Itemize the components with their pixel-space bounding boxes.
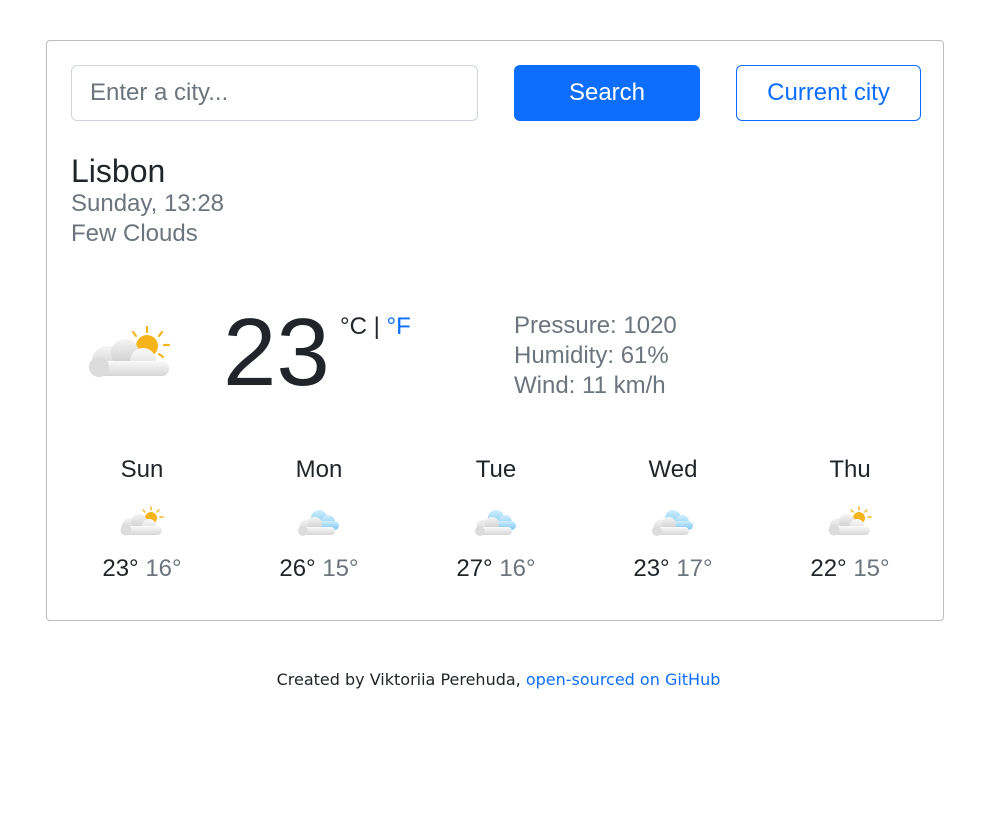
- forecast-max: 27°: [456, 555, 493, 582]
- forecast-min: 15°: [853, 555, 890, 582]
- current-city-button[interactable]: Current city: [736, 65, 921, 121]
- forecast-max: 23°: [102, 555, 139, 582]
- footer: Created by Viktoriia Perehuda, open-sour…: [0, 670, 997, 689]
- cloudy-icon: [652, 510, 693, 536]
- city-name: Lisbon: [71, 153, 166, 189]
- unit-toggle: °C | °F: [340, 313, 411, 341]
- forecast-day: Tue 27° 16°: [425, 455, 567, 584]
- forecast-day: Wed 23° 17°: [602, 455, 744, 584]
- forecast-day-name: Tue: [475, 456, 517, 483]
- github-link[interactable]: open-sourced on GitHub: [526, 670, 721, 689]
- forecast-temps: 27° 16°: [425, 554, 567, 584]
- wind: Wind: 11 km/h: [514, 372, 666, 399]
- forecast-temps: 23° 17°: [602, 554, 744, 584]
- weather-card: Search Current city Lisbon Sunday, 13:28…: [46, 40, 944, 621]
- unit-fahrenheit-link[interactable]: °F: [387, 313, 411, 340]
- few-clouds-icon: [828, 506, 872, 536]
- forecast-day: Thu 22° 15°: [779, 455, 921, 584]
- forecast-min: 17°: [676, 555, 713, 582]
- pressure: Pressure: 1020: [514, 312, 677, 339]
- unit-celsius[interactable]: °C: [340, 313, 367, 340]
- forecast-max: 23°: [633, 555, 670, 582]
- forecast-min: 16°: [145, 555, 182, 582]
- weather-details: Pressure: 1020 Humidity: 61% Wind: 11 km…: [514, 311, 677, 401]
- footer-credit: Created by Viktoriia Perehuda,: [276, 670, 526, 689]
- cloudy-icon: [298, 510, 339, 536]
- city-search-input[interactable]: [71, 65, 478, 121]
- forecast: Sun 23° 16° Mon 26° 15° Tue 27° 16° Wed …: [71, 455, 913, 605]
- search-button[interactable]: Search: [514, 65, 700, 121]
- weather-description: Few Clouds: [71, 220, 198, 247]
- current-temperature: 23: [223, 299, 330, 406]
- date-time: Sunday, 13:28: [71, 190, 225, 217]
- forecast-day-name: Thu: [829, 456, 871, 483]
- forecast-max: 22°: [810, 555, 847, 582]
- few-clouds-icon: [89, 325, 171, 377]
- forecast-day: Sun 23° 16°: [71, 455, 213, 584]
- humidity: Humidity: 61%: [514, 342, 669, 369]
- forecast-day-name: Sun: [120, 456, 164, 483]
- forecast-temps: 26° 15°: [248, 554, 390, 584]
- forecast-day: Mon 26° 15°: [248, 455, 390, 584]
- few-clouds-icon: [120, 506, 164, 536]
- forecast-day-name: Mon: [295, 456, 343, 483]
- forecast-max: 26°: [279, 555, 316, 582]
- forecast-day-name: Wed: [648, 456, 698, 483]
- forecast-min: 16°: [499, 555, 536, 582]
- cloudy-icon: [475, 510, 516, 536]
- forecast-temps: 23° 16°: [71, 554, 213, 584]
- forecast-min: 15°: [322, 555, 359, 582]
- forecast-temps: 22° 15°: [779, 554, 921, 584]
- unit-separator: |: [366, 313, 387, 340]
